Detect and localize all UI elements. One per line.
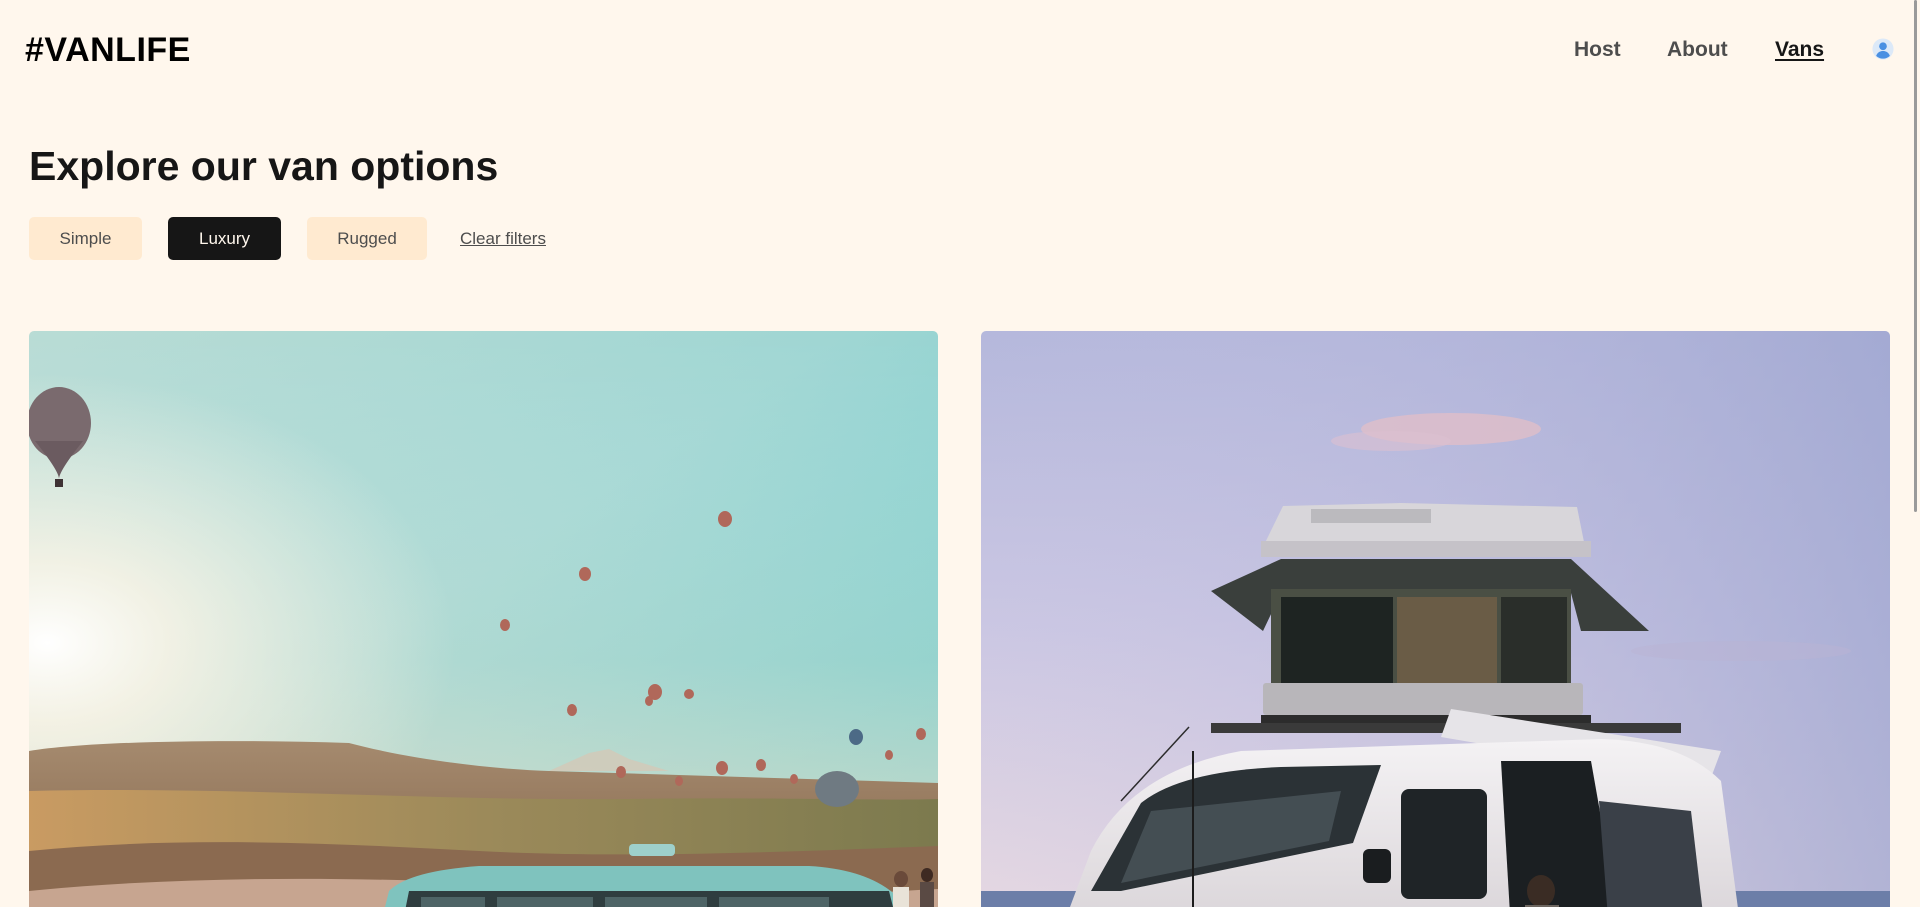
nav-link-vans[interactable]: Vans [1775,38,1824,62]
user-circle-icon[interactable] [1872,38,1894,60]
nav-link-about[interactable]: About [1667,38,1728,62]
van-card[interactable] [29,331,938,907]
nav-link-host[interactable]: Host [1574,38,1621,62]
filter-rugged-button[interactable]: Rugged [307,217,427,260]
van-image-balloons [29,331,938,907]
site-logo[interactable]: #VANLIFE [25,31,191,70]
filter-simple-button[interactable]: Simple [29,217,142,260]
page-scrollbar[interactable] [1914,0,1917,512]
van-card[interactable] [981,331,1890,907]
site-header: #VANLIFE Host About Vans [0,0,1920,100]
van-image-rooftop-tent [981,331,1890,907]
page: #VANLIFE Host About Vans Explore our van… [0,0,1920,907]
filter-luxury-button[interactable]: Luxury [168,217,281,260]
page-title: Explore our van options [29,143,499,189]
clear-filters-link[interactable]: Clear filters [460,229,546,249]
